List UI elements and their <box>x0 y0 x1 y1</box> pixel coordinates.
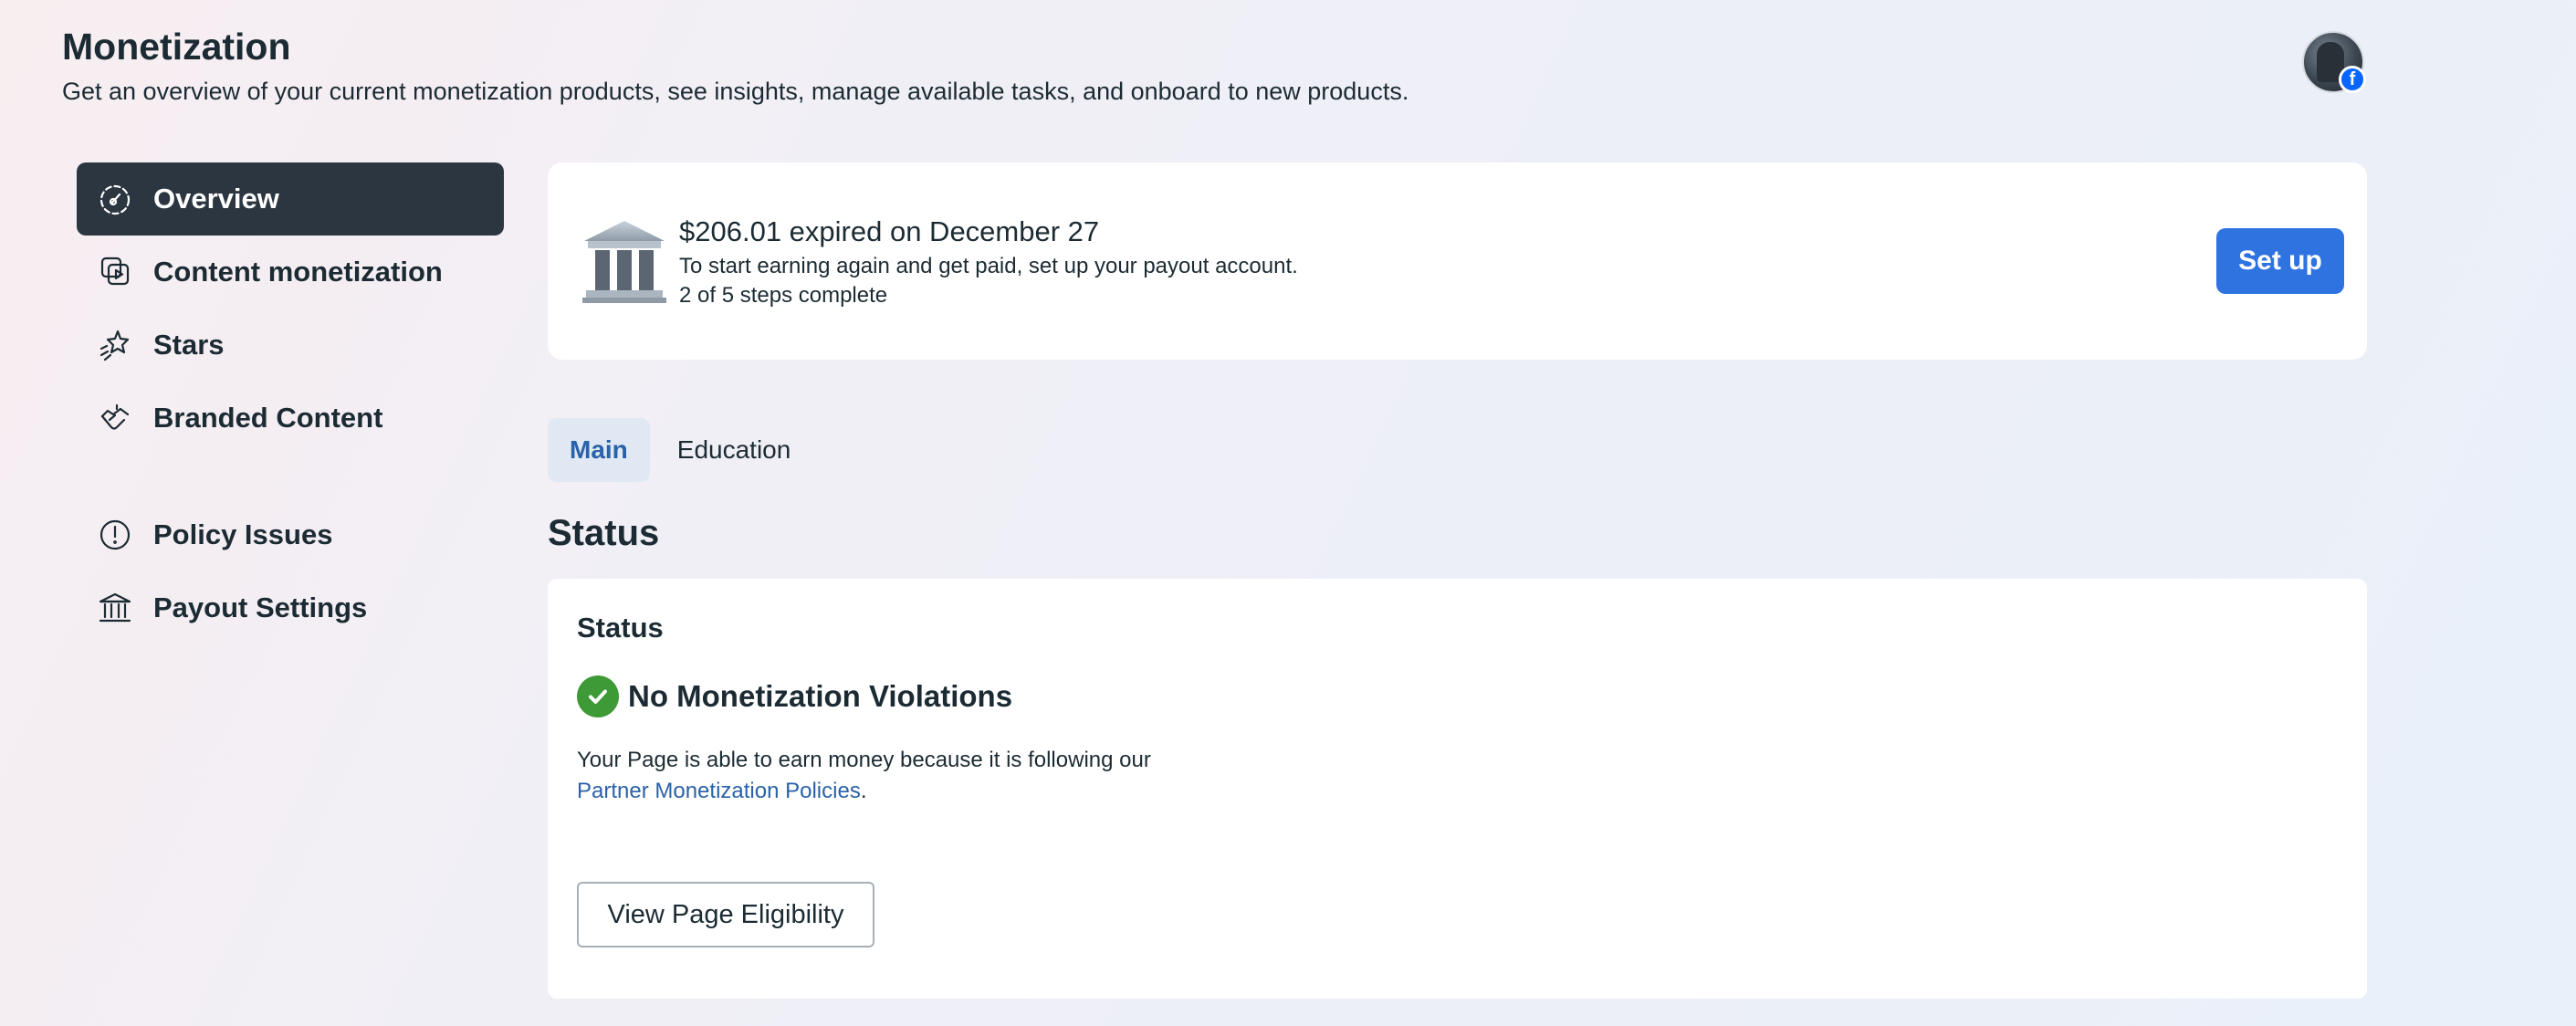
facebook-badge-icon: f <box>2339 66 2366 93</box>
status-description-suffix: . <box>860 779 867 803</box>
sidebar-divider <box>77 455 504 498</box>
gauge-icon <box>95 179 135 219</box>
status-description-text: Your Page is able to earn money because … <box>577 748 1151 772</box>
status-description: Your Page is able to earn money because … <box>577 745 1151 807</box>
sidebar-item-label: Overview <box>153 183 279 215</box>
payout-text: $206.01 expired on December 27 To start … <box>679 214 1298 310</box>
status-line: No Monetization Violations <box>577 675 1012 717</box>
sidebar-item-label: Branded Content <box>153 402 383 434</box>
tab-main[interactable]: Main <box>548 418 650 482</box>
partner-monetization-policies-link[interactable]: Partner Monetization Policies <box>577 779 861 803</box>
video-copy-icon <box>95 252 135 292</box>
sidebar-item-overview[interactable]: Overview <box>77 162 504 236</box>
section-title: Status <box>548 513 660 553</box>
payout-card: $206.01 expired on December 27 To start … <box>548 162 2367 360</box>
sidebar-item-label: Payout Settings <box>153 592 368 623</box>
view-page-eligibility-button[interactable]: View Page Eligibility <box>577 882 874 947</box>
sidebar-item-payout-settings[interactable]: Payout Settings <box>77 571 504 644</box>
avatar[interactable]: f <box>2302 31 2366 93</box>
payout-description: To start earning again and get paid, set… <box>679 254 1298 278</box>
set-up-button[interactable]: Set up <box>2216 228 2344 294</box>
handshake-icon <box>95 398 135 438</box>
payout-headline: $206.01 expired on December 27 <box>679 215 1100 247</box>
payout-steps: 2 of 5 steps complete <box>679 283 888 308</box>
page-header: Monetization Get an overview of your cur… <box>62 24 1408 108</box>
sidebar-item-label: Policy Issues <box>153 518 333 550</box>
sidebar-item-policy-issues[interactable]: Policy Issues <box>77 498 504 571</box>
page-title: Monetization <box>62 26 291 68</box>
bank-icon <box>95 588 135 628</box>
page-subtitle: Get an overview of your current monetiza… <box>62 78 1409 105</box>
sidebar-item-branded-content[interactable]: Branded Content <box>77 382 504 455</box>
sidebar-item-label: Stars <box>153 329 225 361</box>
check-circle-icon <box>577 675 619 717</box>
alert-circle-icon <box>95 515 135 555</box>
bank-building-icon <box>579 215 670 307</box>
card-title: Status <box>577 612 664 644</box>
status-label: No Monetization Violations <box>628 679 1013 713</box>
sidebar-item-label: Content monetization <box>153 256 443 288</box>
tab-bar: Main Education <box>548 418 812 482</box>
sidebar: Overview Content monetization Stars Bran… <box>77 162 504 644</box>
status-card: Status No Monetization Violations Your P… <box>548 579 2367 999</box>
tab-education[interactable]: Education <box>655 418 813 482</box>
sidebar-item-content-monetization[interactable]: Content monetization <box>77 236 504 309</box>
stars-icon <box>95 325 135 365</box>
sidebar-item-stars[interactable]: Stars <box>77 309 504 382</box>
